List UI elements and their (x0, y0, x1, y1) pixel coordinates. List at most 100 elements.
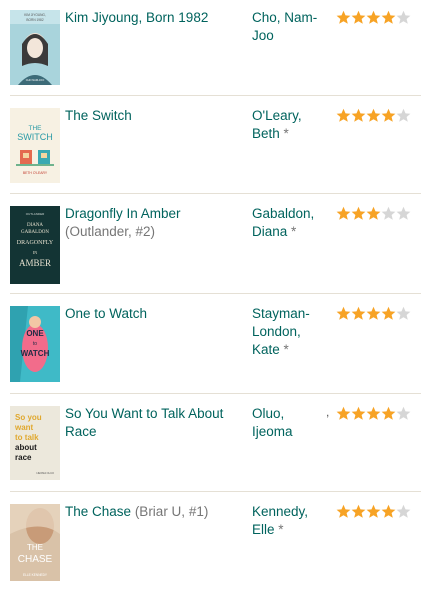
star-icon[interactable] (366, 206, 381, 221)
star-icon[interactable] (396, 108, 411, 123)
svg-text:BORN 1982: BORN 1982 (26, 18, 43, 22)
book-row: THE SWITCH BETH O'LEARY The Switch O'Lea… (0, 96, 425, 193)
svg-text:AMBER: AMBER (19, 258, 51, 268)
author-last-name: Kennedy, (252, 504, 309, 519)
kim-jiyoung-cover[interactable]: KIM JIYOUNG, BORN 1982 CHO NAM-JOO (10, 10, 60, 85)
book-title: Dragonfly In Amber (Outlander, #2) (65, 205, 243, 241)
svg-text:WATCH: WATCH (21, 349, 50, 358)
svg-text:to: to (33, 341, 37, 347)
book-cover-image: THE CHASE ELLE KENNEDY (10, 504, 60, 581)
svg-text:GABALDON: GABALDON (21, 230, 49, 235)
svg-text:ONE: ONE (26, 329, 44, 338)
author-link[interactable]: Oluo, Ijeoma (252, 405, 324, 441)
star-icon[interactable] (351, 306, 366, 321)
star-icon[interactable] (351, 108, 366, 123)
star-icon[interactable] (366, 108, 381, 123)
star-icon[interactable] (336, 406, 351, 421)
author-role-mark: * (278, 522, 284, 537)
book-series[interactable]: (Briar U, #1) (135, 504, 209, 519)
star-icon[interactable] (396, 10, 411, 25)
author-link[interactable]: Stayman- London, Kate * (252, 305, 324, 359)
svg-text:about: about (15, 443, 37, 452)
the-chase-cover[interactable]: THE CHASE ELLE KENNEDY (10, 504, 60, 581)
svg-text:So you: So you (15, 413, 42, 422)
star-icon[interactable] (336, 206, 351, 221)
author-role-mark: * (283, 126, 289, 141)
star-rating (336, 504, 411, 520)
author-link[interactable]: Kennedy, Elle * (252, 503, 324, 539)
star-icon[interactable] (351, 10, 366, 25)
star-icon[interactable] (381, 406, 396, 421)
one-to-watch-cover[interactable]: ONE to WATCH (10, 306, 60, 382)
star-rating (336, 406, 411, 422)
dragonfly-in-amber-cover[interactable]: OUTLANDER DIANA GABALDON DRAGONFLY IN AM… (10, 206, 60, 284)
book-title: So You Want to Talk About Race (65, 405, 243, 441)
book-title-link[interactable]: The Switch (65, 108, 132, 123)
author-first-name: Elle (252, 522, 275, 537)
book-cover-image: THE SWITCH BETH O'LEARY (10, 108, 60, 183)
book-row: THE CHASE ELLE KENNEDY The Chase (Briar … (0, 492, 425, 589)
book-title-link[interactable]: The Chase (65, 504, 131, 519)
star-icon[interactable] (381, 504, 396, 519)
star-icon[interactable] (381, 10, 396, 25)
author-link[interactable]: O'Leary, Beth * (252, 107, 324, 143)
author-link[interactable]: Cho, Nam- Joo (252, 9, 324, 45)
svg-text:want: want (14, 423, 34, 432)
book-list: KIM JIYOUNG, BORN 1982 CHO NAM-JOO Kim J… (0, 0, 439, 589)
star-icon[interactable] (366, 504, 381, 519)
author-last-name: Gabaldon, (252, 206, 315, 221)
star-icon[interactable] (381, 206, 396, 221)
svg-text:DIANA: DIANA (27, 223, 43, 228)
book-cover-image: KIM JIYOUNG, BORN 1982 CHO NAM-JOO (10, 10, 60, 85)
star-icon[interactable] (366, 306, 381, 321)
so-you-want-to-talk-about-race-cover[interactable]: So you want to talk about race IJEOMA OL… (10, 406, 60, 480)
svg-text:IN: IN (33, 250, 37, 255)
star-icon[interactable] (336, 504, 351, 519)
star-icon[interactable] (336, 10, 351, 25)
star-icon[interactable] (366, 406, 381, 421)
book-series[interactable]: (Outlander, #2) (65, 224, 155, 239)
star-icon[interactable] (336, 306, 351, 321)
author-last-name: Cho, Nam- (252, 10, 318, 25)
author-role-mark: * (291, 224, 297, 239)
star-icon[interactable] (381, 108, 396, 123)
svg-text:KIM JIYOUNG,: KIM JIYOUNG, (24, 13, 46, 17)
svg-text:THE: THE (27, 543, 43, 552)
svg-text:IJEOMA OLUO: IJEOMA OLUO (36, 471, 54, 475)
svg-text:OUTLANDER: OUTLANDER (26, 212, 45, 216)
book-row: KIM JIYOUNG, BORN 1982 CHO NAM-JOO Kim J… (0, 0, 425, 95)
svg-text:CHO NAM-JOO: CHO NAM-JOO (26, 78, 44, 82)
book-title: Kim Jiyoung, Born 1982 (65, 9, 243, 27)
svg-text:CHASE: CHASE (18, 554, 53, 565)
author-first-name: Ijeoma (252, 424, 293, 439)
star-icon[interactable] (381, 306, 396, 321)
star-icon[interactable] (396, 306, 411, 321)
book-title: One to Watch (65, 305, 243, 323)
svg-text:SWITCH: SWITCH (17, 132, 53, 142)
star-icon[interactable] (351, 406, 366, 421)
book-cover-image: So you want to talk about race IJEOMA OL… (10, 406, 60, 480)
svg-text:DRAGONFLY: DRAGONFLY (17, 240, 54, 246)
the-switch-cover[interactable]: THE SWITCH BETH O'LEARY (10, 108, 60, 183)
star-icon[interactable] (351, 206, 366, 221)
author-last-name: Stayman- (252, 306, 310, 321)
star-icon[interactable] (396, 504, 411, 519)
svg-text:race: race (15, 453, 32, 462)
star-rating (336, 206, 411, 222)
truncated-text: , (326, 405, 330, 419)
star-icon[interactable] (336, 108, 351, 123)
star-icon[interactable] (396, 406, 411, 421)
book-title-link[interactable]: Dragonfly In Amber (65, 206, 181, 221)
star-icon[interactable] (366, 10, 381, 25)
author-link[interactable]: Gabaldon, Diana * (252, 205, 324, 241)
star-icon[interactable] (351, 504, 366, 519)
book-title-link[interactable]: Kim Jiyoung, Born 1982 (65, 10, 208, 25)
book-title: The Chase (Briar U, #1) (65, 503, 243, 521)
star-icon[interactable] (396, 206, 411, 221)
star-rating (336, 306, 411, 322)
book-title-link[interactable]: So You Want to Talk About Race (65, 406, 223, 439)
book-row: OUTLANDER DIANA GABALDON DRAGONFLY IN AM… (0, 194, 425, 293)
book-title: The Switch (65, 107, 243, 125)
book-title-link[interactable]: One to Watch (65, 306, 147, 321)
author-first-name: Diana (252, 224, 288, 239)
